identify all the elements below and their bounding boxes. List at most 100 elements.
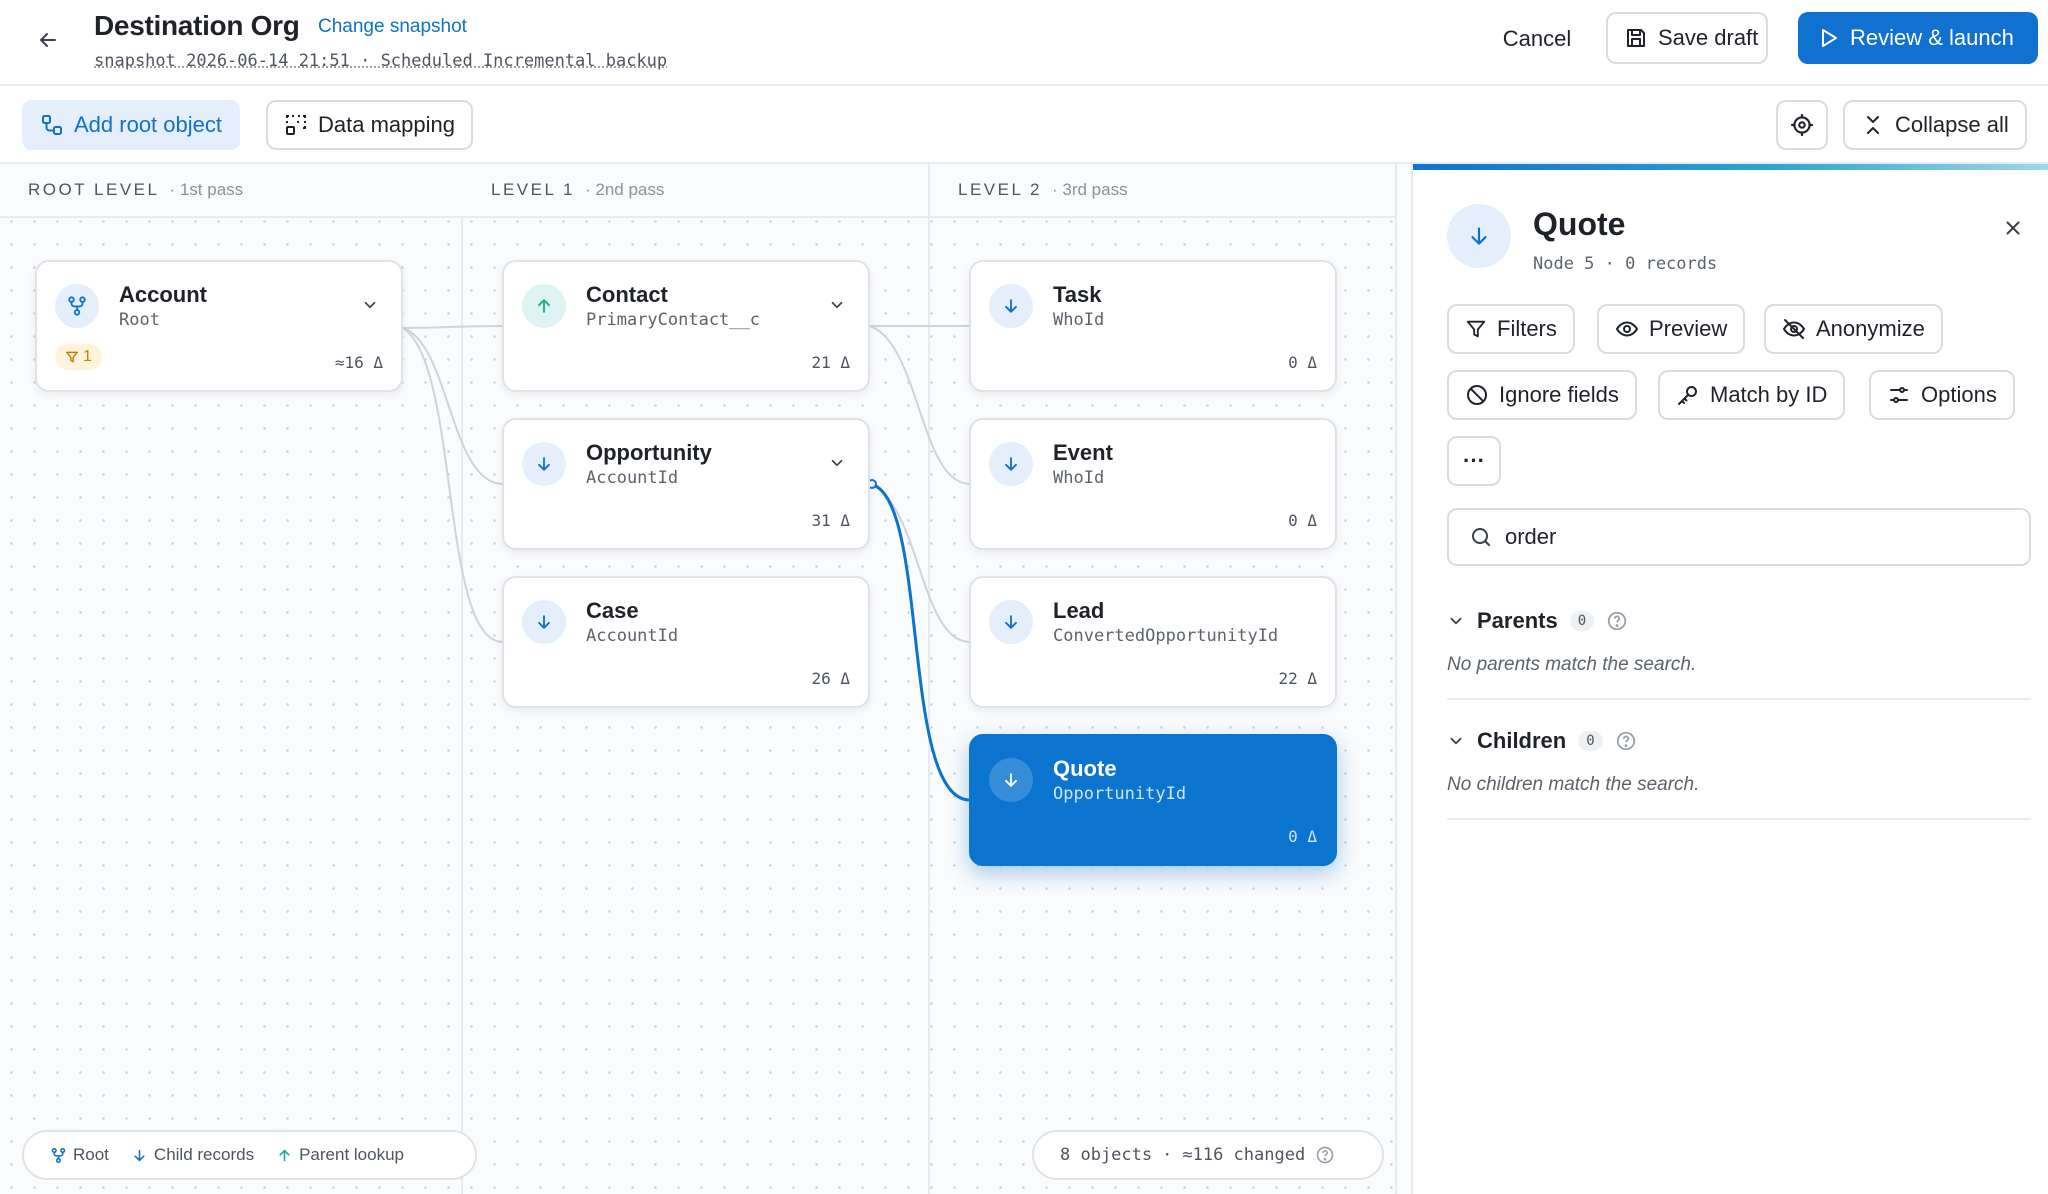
node-field: OpportunityId: [1053, 784, 1187, 804]
node-icon: [55, 284, 99, 328]
legend-label: Child records: [153, 1145, 255, 1164]
mapping-icon: [286, 115, 306, 135]
search-input[interactable]: [1505, 524, 2005, 550]
node-name: Task: [1053, 282, 1102, 307]
match-by-id-button[interactable]: Match by ID: [1658, 370, 1846, 420]
data-mapping-label: Data mapping: [318, 112, 455, 137]
node-change-count: 0 Δ: [1288, 827, 1317, 846]
node-change-count: 21 Δ: [811, 353, 850, 372]
edge-account-case: [402, 327, 504, 643]
help-icon[interactable]: [1615, 730, 1637, 752]
close-panel-button[interactable]: [1995, 210, 2031, 246]
node-name: Case: [586, 598, 639, 623]
node-name: Contact: [586, 282, 668, 307]
preview-label: Preview: [1649, 316, 1728, 341]
panel-accent-bar: [1413, 164, 2048, 170]
node-quote[interactable]: Quote OpportunityId 0 Δ: [969, 734, 1337, 866]
node-contact[interactable]: Contact PrimaryContact__c 21 Δ: [502, 260, 870, 392]
section-divider: [1447, 818, 2031, 820]
preview-button[interactable]: Preview: [1597, 304, 1746, 354]
section-divider: [1447, 698, 2031, 700]
edge-opportunity-quote: [869, 482, 971, 802]
cancel-button[interactable]: Cancel: [1480, 14, 1594, 64]
relationship-search[interactable]: [1447, 508, 2031, 566]
chevron-down-icon: [831, 459, 843, 467]
node-change-count: 22 Δ: [1278, 669, 1317, 688]
collapse-all-button[interactable]: Collapse all: [1843, 100, 2027, 150]
node-opportunity[interactable]: Opportunity AccountId 31 Δ: [502, 418, 870, 550]
filters-label: Filters: [1497, 316, 1557, 341]
legend-item-child: Child records: [131, 1145, 254, 1165]
search-icon: [1472, 528, 1490, 546]
arrow-down-icon: [538, 615, 550, 629]
parents-empty-message: No parents match the search.: [1447, 654, 1697, 675]
node-case[interactable]: Case AccountId 26 Δ: [502, 576, 870, 708]
separator-dot: ·: [1162, 1145, 1173, 1165]
filter-count: 1: [83, 348, 92, 365]
arrow-down-icon: [538, 457, 550, 471]
filters-button[interactable]: Filters: [1447, 304, 1575, 354]
top-header: Destination Org Change snapshot snapshot…: [0, 0, 2048, 86]
graph-canvas[interactable]: ROOT LEVEL · 1st pass LEVEL 1 · 2nd pass…: [0, 164, 1411, 1194]
arrow-down-icon: [1005, 457, 1017, 471]
change-snapshot-link[interactable]: Change snapshot: [318, 16, 467, 38]
arrow-down-icon: [1005, 299, 1017, 313]
parents-section-toggle[interactable]: Parents 0: [1447, 608, 1628, 634]
node-name: Account: [119, 282, 207, 307]
save-icon: [1627, 29, 1645, 47]
children-empty-message: No children match the search.: [1447, 774, 1700, 795]
node-name: Opportunity: [586, 440, 712, 465]
anonymize-button[interactable]: Anonymize: [1764, 304, 1943, 354]
data-mapping-button[interactable]: Data mapping: [266, 100, 473, 150]
review-launch-label: Review & launch: [1850, 25, 2014, 50]
chevron-down-icon: [1450, 617, 1462, 625]
node-account[interactable]: Account Root 1 ≈16 Δ: [35, 260, 403, 392]
node-change-count: 0 Δ: [1288, 511, 1317, 530]
review-launch-button[interactable]: Review & launch: [1798, 12, 2038, 64]
help-icon[interactable]: [1315, 1145, 1335, 1165]
node-field: AccountId: [586, 626, 679, 646]
play-icon: [1822, 29, 1837, 47]
options-button[interactable]: Options: [1869, 370, 2015, 420]
close-icon: [2006, 221, 2020, 235]
add-root-object-button[interactable]: Add root object: [22, 100, 240, 150]
root-icon: [51, 1147, 66, 1163]
node-icon: [522, 284, 566, 328]
node-field: PrimaryContact__c: [586, 310, 760, 330]
filter-badge[interactable]: 1: [55, 344, 102, 370]
expand-toggle[interactable]: [357, 292, 383, 318]
node-name: Quote: [1053, 756, 1117, 781]
save-draft-button[interactable]: Save draft: [1606, 12, 1768, 64]
node-lead[interactable]: Lead ConvertedOpportunityId 22 Δ: [969, 576, 1337, 708]
toolbar: Add root object Data mapping Collapse al…: [0, 86, 2048, 164]
node-field: AccountId: [586, 468, 679, 488]
node-icon: [522, 442, 566, 486]
edge-contact-event: [869, 325, 971, 485]
node-icon: [989, 284, 1033, 328]
help-icon[interactable]: [1606, 610, 1628, 632]
node-field: Root: [119, 310, 160, 330]
match-by-id-label: Match by ID: [1710, 382, 1828, 407]
eye-icon: [1615, 321, 1639, 337]
ban-icon: [1467, 385, 1487, 405]
children-section-toggle[interactable]: Children 0: [1447, 728, 1637, 754]
back-button[interactable]: [30, 22, 66, 58]
center-view-button[interactable]: [1776, 100, 1828, 150]
more-actions-button[interactable]: ···: [1447, 436, 1501, 486]
edge-account-opportunity: [402, 327, 504, 485]
changed-count: ≈116 changed: [1182, 1145, 1306, 1165]
root-icon: [68, 296, 86, 316]
expand-toggle[interactable]: [824, 450, 850, 476]
ignore-fields-button[interactable]: Ignore fields: [1447, 370, 1637, 420]
arrow-up-icon: [279, 1149, 290, 1161]
parents-count: 0: [1569, 611, 1595, 631]
node-event[interactable]: Event WhoId 0 Δ: [969, 418, 1337, 550]
node-change-count: 26 Δ: [811, 669, 850, 688]
parents-label: Parents: [1477, 608, 1558, 633]
chevron-down-icon: [831, 301, 843, 309]
node-change-count: 31 Δ: [811, 511, 850, 530]
snapshot-info[interactable]: snapshot 2026-06-14 21:51 · Scheduled In…: [94, 51, 667, 71]
expand-toggle[interactable]: [824, 292, 850, 318]
chevron-down-icon: [1450, 737, 1462, 745]
node-task[interactable]: Task WhoId 0 Δ: [969, 260, 1337, 392]
